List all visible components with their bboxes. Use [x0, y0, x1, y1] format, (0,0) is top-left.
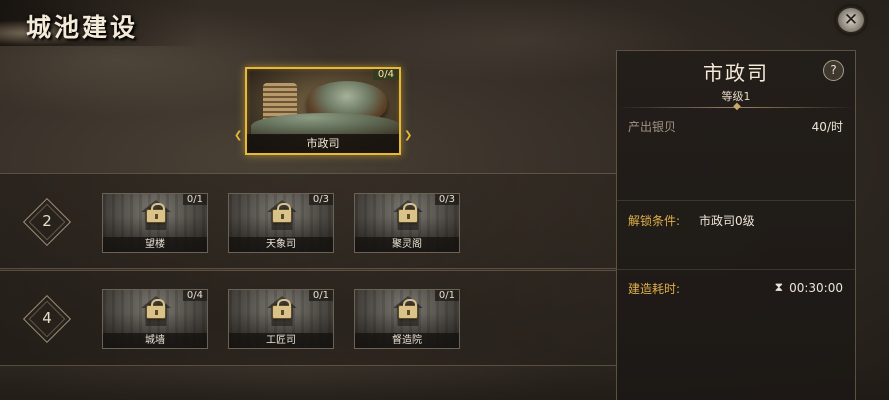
unlock-value: 市政司0级: [699, 214, 755, 228]
lock-icon: [272, 299, 292, 319]
produce-label: 产出银贝: [628, 120, 677, 134]
section-divider: [617, 269, 855, 270]
close-icon: ✕: [843, 9, 859, 30]
build-time: ⧗ 00:30:00: [775, 280, 843, 295]
tier-level: 4: [42, 309, 52, 327]
help-icon: ?: [830, 63, 837, 77]
help-button[interactable]: ?: [823, 60, 844, 81]
ornament-right-icon: ❯: [404, 130, 413, 141]
build-time-label: 建造耗时:: [628, 282, 681, 296]
tier-row-2: 2 0/1 望楼 0/3 天象司 0/3 聚灵阁: [0, 173, 618, 269]
featured-building-card[interactable]: 0/4 市政司: [245, 67, 401, 155]
building-count: 0/1: [182, 194, 207, 205]
lock-icon: [398, 299, 418, 319]
building-count: 0/4: [372, 69, 399, 80]
panel-title: 市政司: [703, 61, 769, 85]
close-button[interactable]: ✕: [836, 6, 866, 34]
coin-pile-image: [251, 113, 399, 135]
page-title: 城池建设: [26, 13, 139, 42]
building-count: 0/3: [434, 194, 459, 205]
lock-icon: [398, 203, 418, 223]
building-card-chengqiang[interactable]: 0/4 城墙: [102, 289, 208, 349]
ornament-left-icon: ❮: [234, 130, 243, 141]
lock-icon: [146, 299, 166, 319]
tier-row-4: 4 0/4 城墙 0/1 工匠司 0/1 督造院: [0, 270, 618, 366]
divider-ornament-icon: ◆: [733, 101, 741, 112]
building-name: 市政司: [247, 134, 399, 153]
building-count: 0/3: [308, 194, 333, 205]
lock-icon: [272, 203, 292, 223]
building-card-julingge[interactable]: 0/3 聚灵阁: [354, 193, 460, 253]
tier-level: 2: [42, 212, 52, 230]
building-name: 望楼: [103, 237, 207, 252]
build-time-value: 00:30:00: [789, 280, 843, 295]
building-name: 聚灵阁: [355, 237, 459, 252]
building-info-panel: 市政司 等级1 ? ◆ 产出银贝 40/时 解锁条件: 市政司0级 建造耗时: …: [616, 50, 856, 400]
section-divider: [617, 200, 855, 201]
building-count: 0/1: [308, 290, 333, 301]
building-name: 督造院: [355, 333, 459, 348]
building-name: 城墙: [103, 333, 207, 348]
building-name: 天象司: [229, 237, 333, 252]
building-card-tianxiangsi[interactable]: 0/3 天象司: [228, 193, 334, 253]
building-card-gongjiangsi[interactable]: 0/1 工匠司: [228, 289, 334, 349]
unlock-label: 解锁条件:: [628, 214, 681, 228]
hourglass-icon: ⧗: [774, 280, 784, 294]
building-card-wanglou[interactable]: 0/1 望楼: [102, 193, 208, 253]
building-count: 0/4: [182, 290, 207, 301]
building-card-duzaoyuan[interactable]: 0/1 督造院: [354, 289, 460, 349]
produce-value: 40/时: [811, 120, 843, 134]
building-count: 0/1: [434, 290, 459, 301]
building-name: 工匠司: [229, 333, 333, 348]
lock-icon: [146, 203, 166, 223]
